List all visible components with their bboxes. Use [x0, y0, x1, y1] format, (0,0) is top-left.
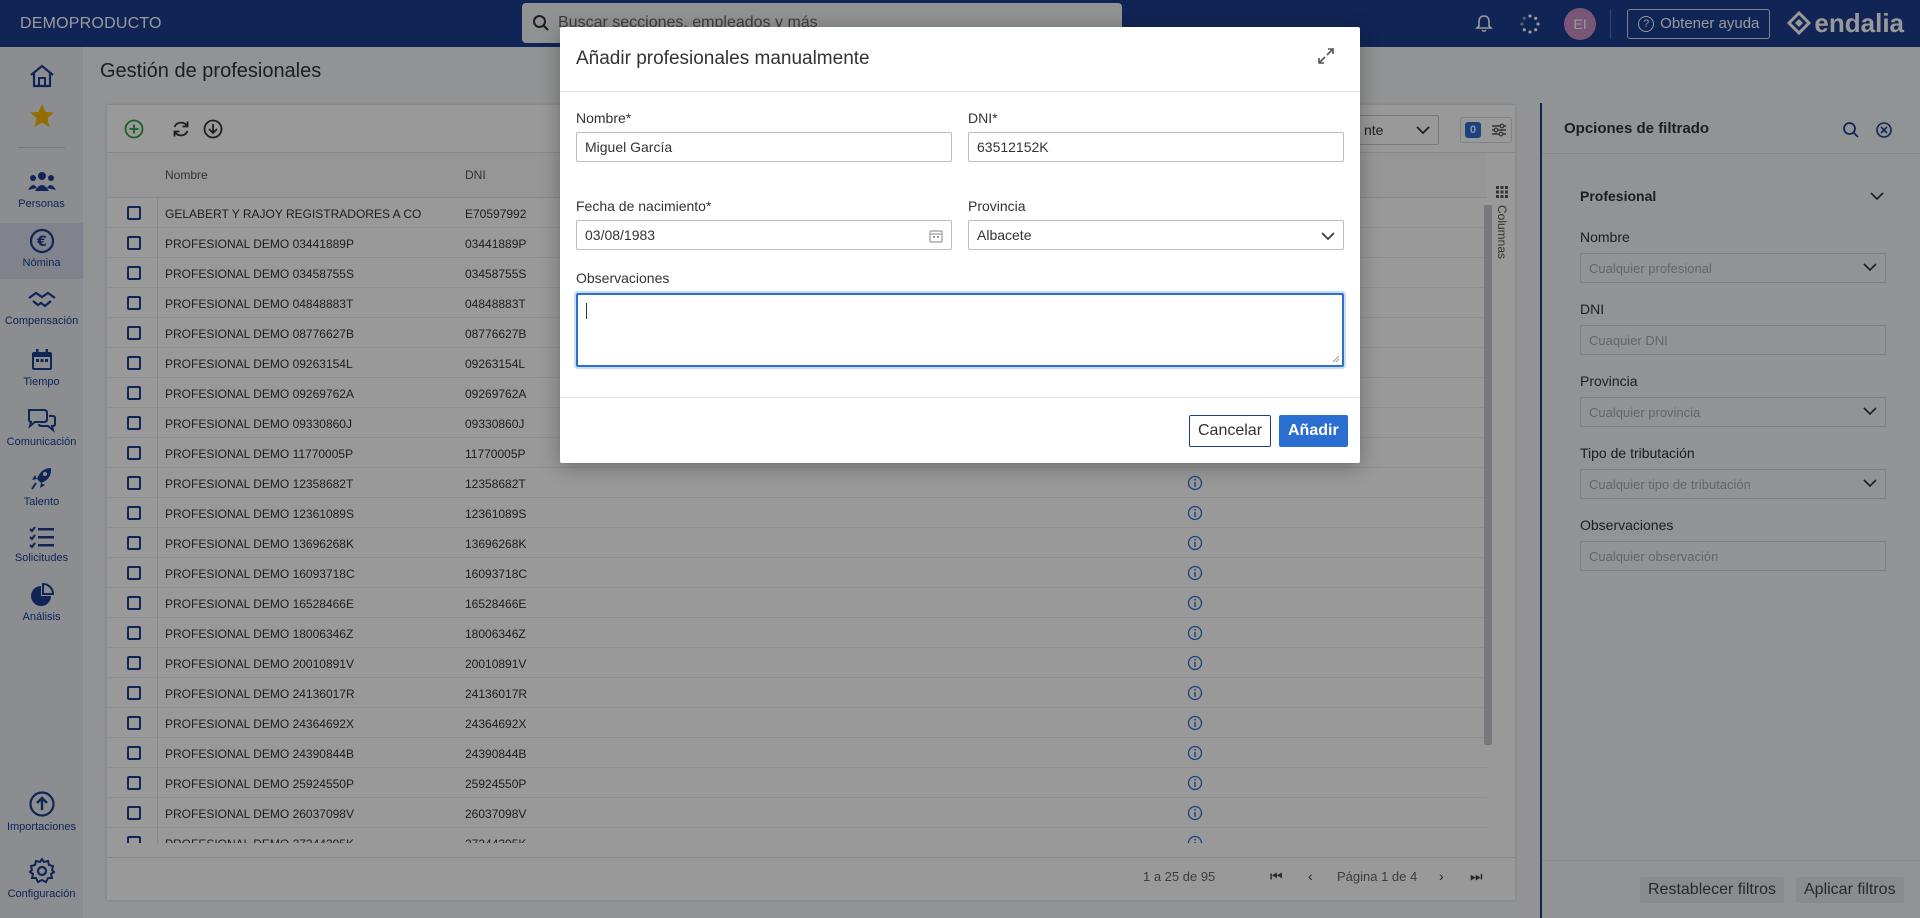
observaciones-textarea[interactable] — [576, 293, 1344, 367]
add-button[interactable]: Añadir — [1279, 415, 1348, 447]
nombre-input[interactable]: Miguel García — [576, 132, 952, 162]
calendar-icon[interactable] — [929, 229, 943, 243]
provincia-label: Provincia — [968, 198, 1026, 214]
nombre-label: Nombre* — [576, 110, 632, 126]
fecha-nacimiento-value: 03/08/1983 — [585, 227, 656, 243]
dialog-footer-divider — [560, 397, 1360, 398]
observaciones-label: Observaciones — [576, 270, 670, 286]
resize-handle-icon[interactable] — [1332, 355, 1340, 363]
provincia-select-value: Albacete — [977, 227, 1032, 243]
cancel-button[interactable]: Cancelar — [1189, 415, 1272, 447]
dialog-title: Añadir profesionales manualmente — [576, 48, 870, 69]
fecha-nacimiento-label: Fecha de nacimiento* — [576, 198, 712, 214]
dni-input-value: 63512152K — [977, 139, 1049, 155]
fecha-nacimiento-input[interactable]: 03/08/1983 — [576, 220, 952, 250]
chevron-down-icon — [1321, 232, 1335, 241]
expand-icon[interactable] — [1317, 47, 1335, 65]
provincia-select[interactable]: Albacete — [968, 220, 1344, 250]
text-caret — [586, 303, 587, 319]
dni-label: DNI* — [968, 110, 998, 126]
nombre-input-value: Miguel García — [585, 139, 673, 155]
dni-input[interactable]: 63512152K — [968, 132, 1344, 162]
add-professional-dialog: Añadir profesionales manualmente Nombre*… — [560, 27, 1360, 463]
dialog-header-divider — [560, 91, 1360, 92]
